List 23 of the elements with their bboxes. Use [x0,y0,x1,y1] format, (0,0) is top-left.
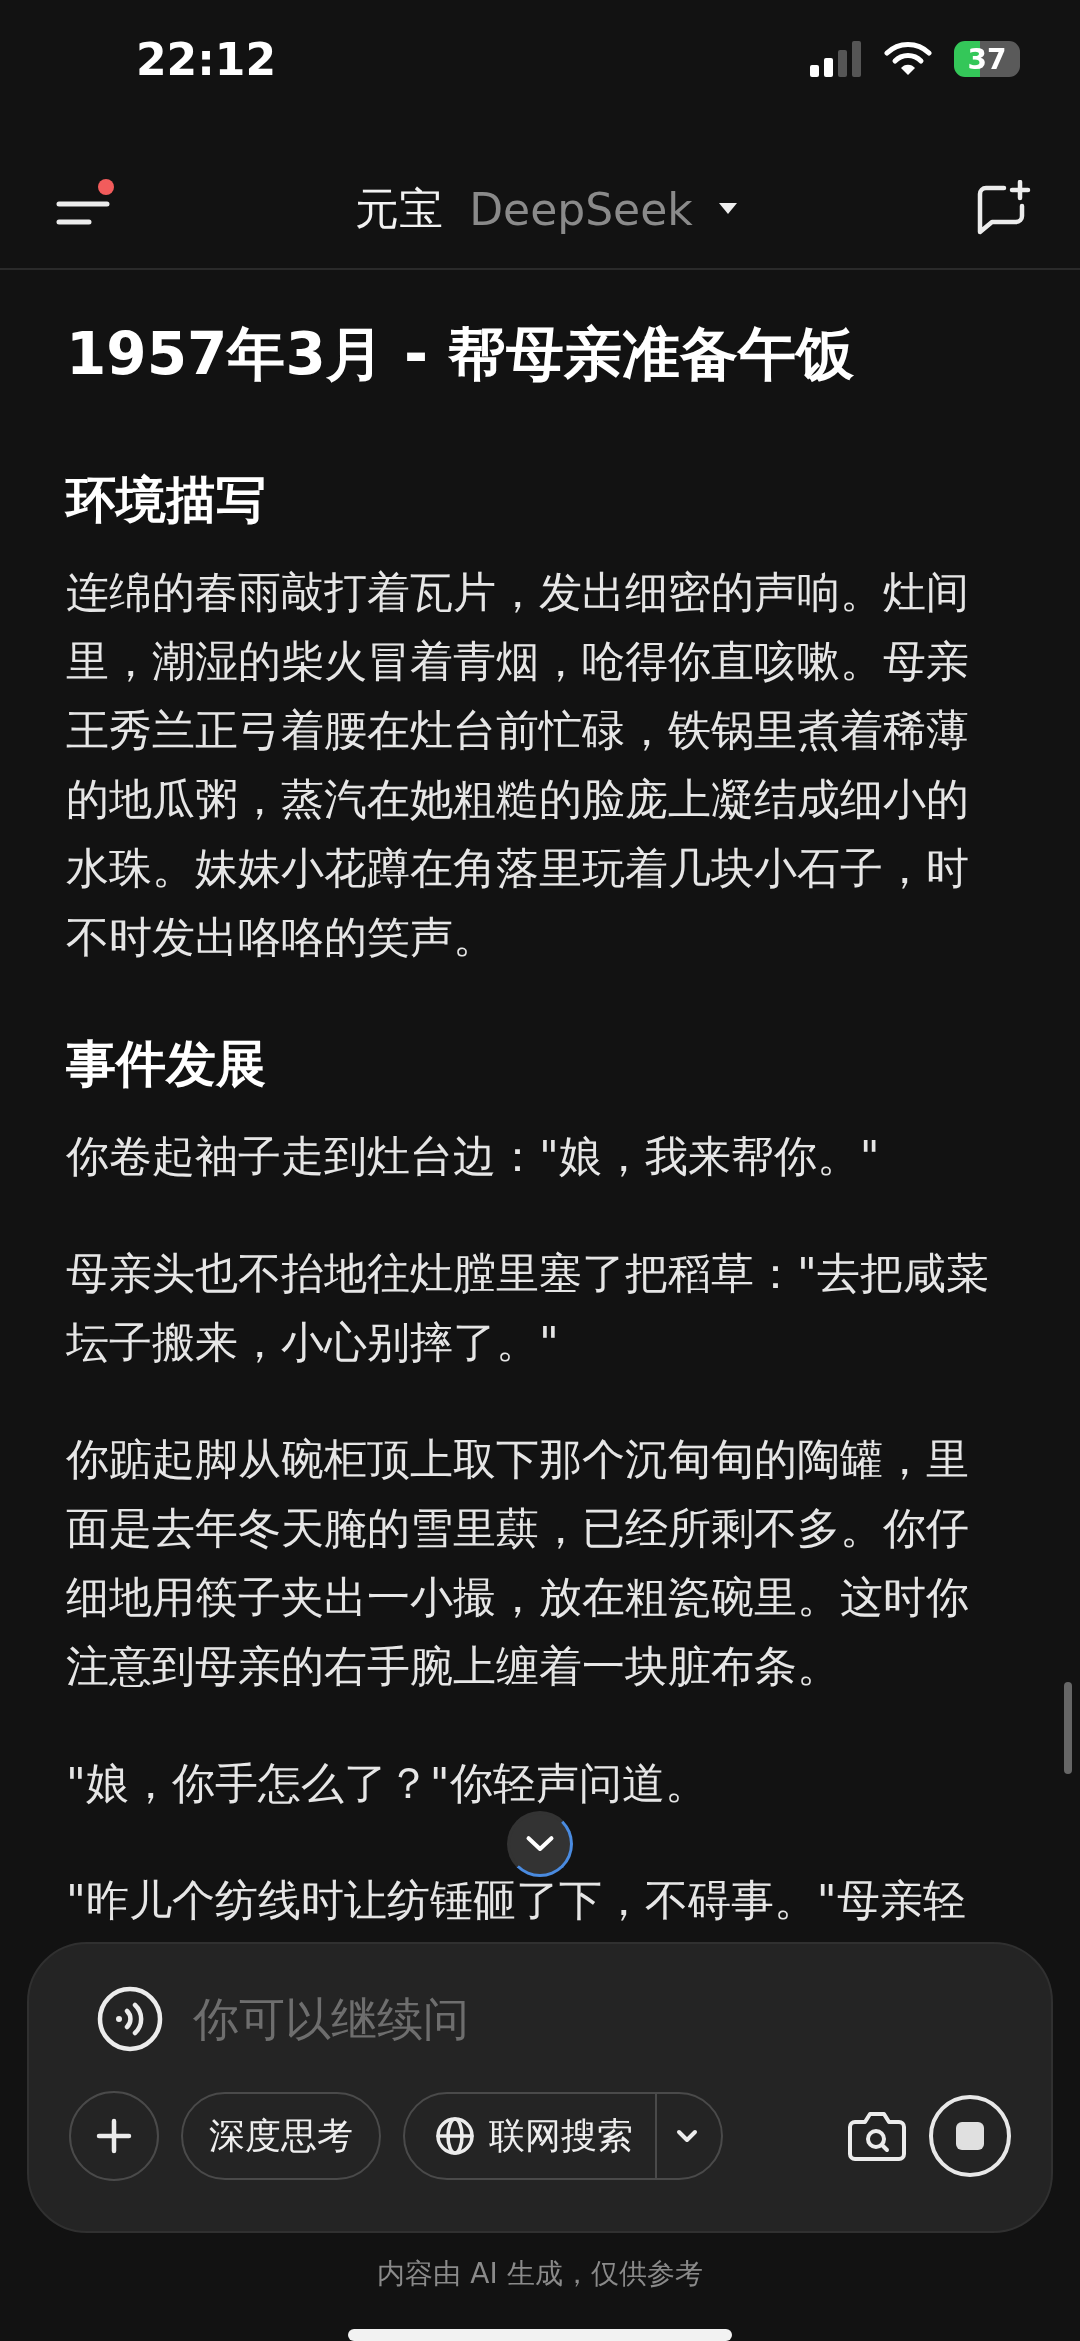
message-input[interactable]: 你可以继续问 [191,1991,1011,2047]
paragraph: "娘，你手怎么了？"你轻声问道。 [66,1757,709,1810]
paragraph: 你踮起脚从碗柜顶上取下那个沉甸甸的陶罐，里面是去年冬天腌的雪里蕻，已经所剩不多。你仔细地用筷子夹出一小撮，放在粗瓷碗里。这时你注意到母亲的右手腕上缠着一块脏布条。 [66,1433,970,1693]
section-heading: 事件发展 [66,1034,267,1095]
deep-think-chip[interactable]: 深度思考 [181,2092,381,2180]
caret-icon [718,203,737,215]
disclaimer-text: 内容由 AI 生成，仅供参考 [377,2256,703,2292]
plus-icon [96,2118,132,2154]
voice-icon[interactable] [97,1986,163,2052]
stop-button[interactable] [929,2095,1011,2177]
section-heading: 环境描写 [66,470,267,531]
article-title: 1957年3月 - 帮母亲准备午饭 [66,319,856,390]
add-button[interactable] [69,2091,159,2181]
signal-icon [810,41,862,77]
paragraph: "昨儿个纺线时让纺锤砸了下，不碍事。"母亲轻 [66,1874,967,1927]
chevron-down-icon [525,1835,555,1853]
scrollbar[interactable] [1064,1682,1072,1774]
paragraph: 母亲头也不抬地往灶膛里塞了把稻草："去把咸菜坛子搬来，小心别摔了。" [66,1247,990,1369]
wifi-icon [884,41,932,77]
status-time: 22:12 [136,33,277,85]
model-selector[interactable]: 元宝 DeepSeek [355,179,737,239]
paragraph: 连绵的春雨敲打着瓦片，发出细密的声响。灶间里，潮湿的柴火冒着青烟，呛得你直咳嗽。母亲王秀兰正弓着腰在灶台前忙碌，铁锅里煮着稀薄的地瓜粥，蒸汽在她粗糙的脸庞上凝结成细小的水珠。妹妹小花蹲在角落里玩着几块小石子，时不时发出咯咯的笑声。 [66,566,970,964]
paragraph: 你卷起袖子走到灶台边："娘，我来帮你。" [66,1130,881,1183]
